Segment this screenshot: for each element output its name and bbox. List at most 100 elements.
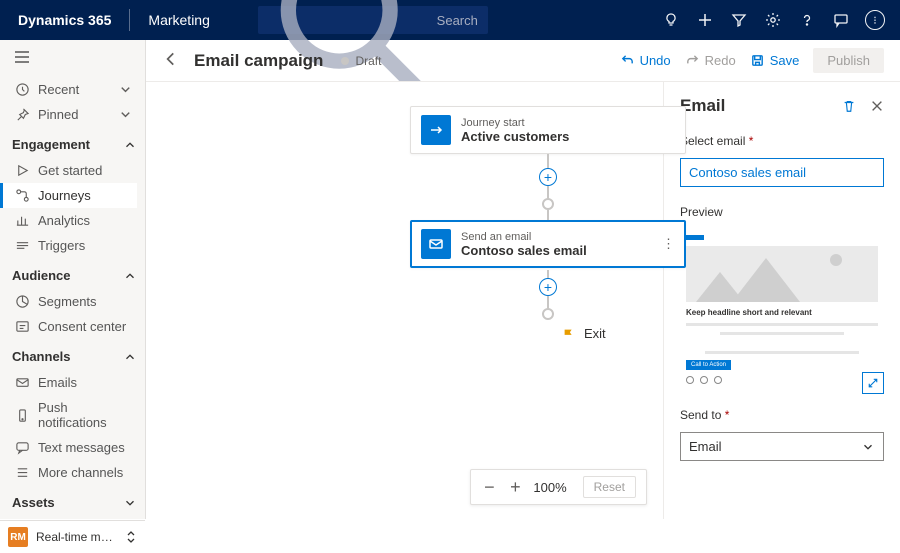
zoom-out-button[interactable]: − xyxy=(481,478,497,496)
push-icon xyxy=(15,408,30,423)
publish-button[interactable]: Publish xyxy=(813,48,884,73)
chevron-updown-icon xyxy=(125,530,137,544)
hamburger-icon[interactable] xyxy=(0,40,145,77)
sidebar-item-recent[interactable]: Recent xyxy=(0,77,137,102)
email-preview: Keep headline short and relevant Call to… xyxy=(680,229,884,390)
section-assets[interactable]: Assets xyxy=(12,489,137,516)
preview-label: Preview xyxy=(680,205,884,219)
select-email-label: Select email xyxy=(680,134,884,148)
sendto-select[interactable]: Email xyxy=(680,432,884,461)
lightbulb-icon[interactable] xyxy=(656,5,686,35)
zoom-in-button[interactable]: + xyxy=(507,478,523,496)
brand[interactable]: Dynamics 365 xyxy=(10,12,119,28)
sidebar-app-switcher[interactable]: RM Real-time marketi... xyxy=(0,520,145,553)
preview-body-line xyxy=(705,351,859,354)
save-button[interactable]: Save xyxy=(750,53,800,68)
end-ring-icon xyxy=(542,308,554,320)
search-input[interactable]: Search xyxy=(258,6,488,34)
node-subtitle: Send an email xyxy=(461,231,587,243)
sidebar-item-triggers[interactable]: Triggers xyxy=(0,233,137,258)
app-label: Real-time marketi... xyxy=(36,530,117,544)
journey-node-exit[interactable]: Exit xyxy=(562,326,606,341)
sidebar-item-analytics[interactable]: Analytics xyxy=(0,208,137,233)
add-step-button[interactable]: + xyxy=(539,278,557,296)
sidebar-item-label: Push notifications xyxy=(38,400,133,430)
journey-node-start[interactable]: Journey start Active customers xyxy=(410,106,686,154)
expand-preview-button[interactable] xyxy=(862,372,884,394)
sidebar-item-label: Triggers xyxy=(38,238,85,253)
undo-button[interactable]: Undo xyxy=(620,53,671,68)
preview-body-line xyxy=(686,323,878,326)
zoom-control: − + 100% Reset xyxy=(470,469,647,505)
nav-area[interactable]: Marketing xyxy=(140,12,217,28)
sidebar: Recent Pinned Engagement Get started Jou… xyxy=(0,40,146,519)
section-engagement[interactable]: Engagement xyxy=(12,131,137,158)
filter-icon[interactable] xyxy=(724,5,754,35)
redo-button[interactable]: Redo xyxy=(685,53,736,68)
flag-icon xyxy=(562,327,576,341)
sidebar-item-label: Pinned xyxy=(38,107,78,122)
chevron-down-icon xyxy=(118,107,133,122)
sidebar-item-label: Get started xyxy=(38,163,102,178)
zoom-reset-button[interactable]: Reset xyxy=(583,476,636,498)
help-icon[interactable] xyxy=(792,5,822,35)
main: Email campaign Draft Undo Redo Save P xyxy=(146,40,900,519)
mail-icon xyxy=(15,375,30,390)
pin-icon xyxy=(15,107,30,122)
preview-hero-image xyxy=(686,246,878,302)
sidebar-item-label: Emails xyxy=(38,375,77,390)
preview-cta: Call to Action xyxy=(686,360,731,370)
sidebar-item-consent-center[interactable]: Consent center xyxy=(0,314,137,339)
segments-icon xyxy=(15,294,30,309)
back-button[interactable] xyxy=(162,50,180,71)
preview-body-line xyxy=(720,332,845,335)
journey-icon xyxy=(15,188,30,203)
trigger-icon xyxy=(15,238,30,253)
chart-icon xyxy=(15,213,30,228)
add-step-button[interactable]: + xyxy=(539,168,557,186)
chat-icon[interactable] xyxy=(826,5,856,35)
sidebar-item-emails[interactable]: Emails xyxy=(0,370,137,395)
app-initials: RM xyxy=(8,527,28,547)
play-icon xyxy=(15,163,30,178)
zoom-percent: 100% xyxy=(533,480,566,495)
sidebar-item-push[interactable]: Push notifications xyxy=(0,395,137,435)
delete-icon[interactable] xyxy=(842,99,856,113)
close-icon[interactable] xyxy=(870,99,884,113)
status-dot-icon xyxy=(341,57,349,65)
journey-node-email[interactable]: Send an email Contoso sales email ⋮ xyxy=(410,220,686,268)
nav-divider xyxy=(129,9,130,31)
section-channels[interactable]: Channels xyxy=(12,343,137,370)
sidebar-item-pinned[interactable]: Pinned xyxy=(0,102,137,127)
sidebar-item-journeys[interactable]: Journeys xyxy=(0,183,137,208)
sidebar-item-more-channels[interactable]: More channels xyxy=(0,460,137,485)
journey-canvas[interactable]: Journey start Active customers + Send an… xyxy=(146,82,664,519)
account-avatar[interactable]: ⁝ xyxy=(860,5,890,35)
add-icon[interactable] xyxy=(690,5,720,35)
chevron-up-icon xyxy=(123,138,137,152)
chevron-up-icon xyxy=(123,269,137,283)
sidebar-item-label: Journeys xyxy=(38,188,91,203)
select-email-input[interactable]: Contoso sales email xyxy=(680,158,884,187)
section-audience[interactable]: Audience xyxy=(12,262,137,289)
sidebar-item-label: Consent center xyxy=(38,319,126,334)
search-placeholder: Search xyxy=(437,13,478,28)
sidebar-item-label: Text messages xyxy=(38,440,125,455)
preview-logo xyxy=(686,235,704,240)
sidebar-item-text[interactable]: Text messages xyxy=(0,435,137,460)
sidebar-item-segments[interactable]: Segments xyxy=(0,289,137,314)
sms-icon xyxy=(15,440,30,455)
email-icon xyxy=(421,229,451,259)
status-badge: Draft xyxy=(341,54,381,68)
more-channels-icon xyxy=(15,465,30,480)
command-bar: Email campaign Draft Undo Redo Save P xyxy=(146,40,900,82)
chevron-up-icon xyxy=(123,350,137,364)
sidebar-item-label: Analytics xyxy=(38,213,90,228)
node-title: Contoso sales email xyxy=(461,243,587,258)
sidebar-item-label: More channels xyxy=(38,465,123,480)
sidebar-item-get-started[interactable]: Get started xyxy=(0,158,137,183)
node-more-icon[interactable]: ⋮ xyxy=(662,236,675,252)
chevron-down-icon xyxy=(123,496,137,510)
gear-icon[interactable] xyxy=(758,5,788,35)
clock-icon xyxy=(15,82,30,97)
